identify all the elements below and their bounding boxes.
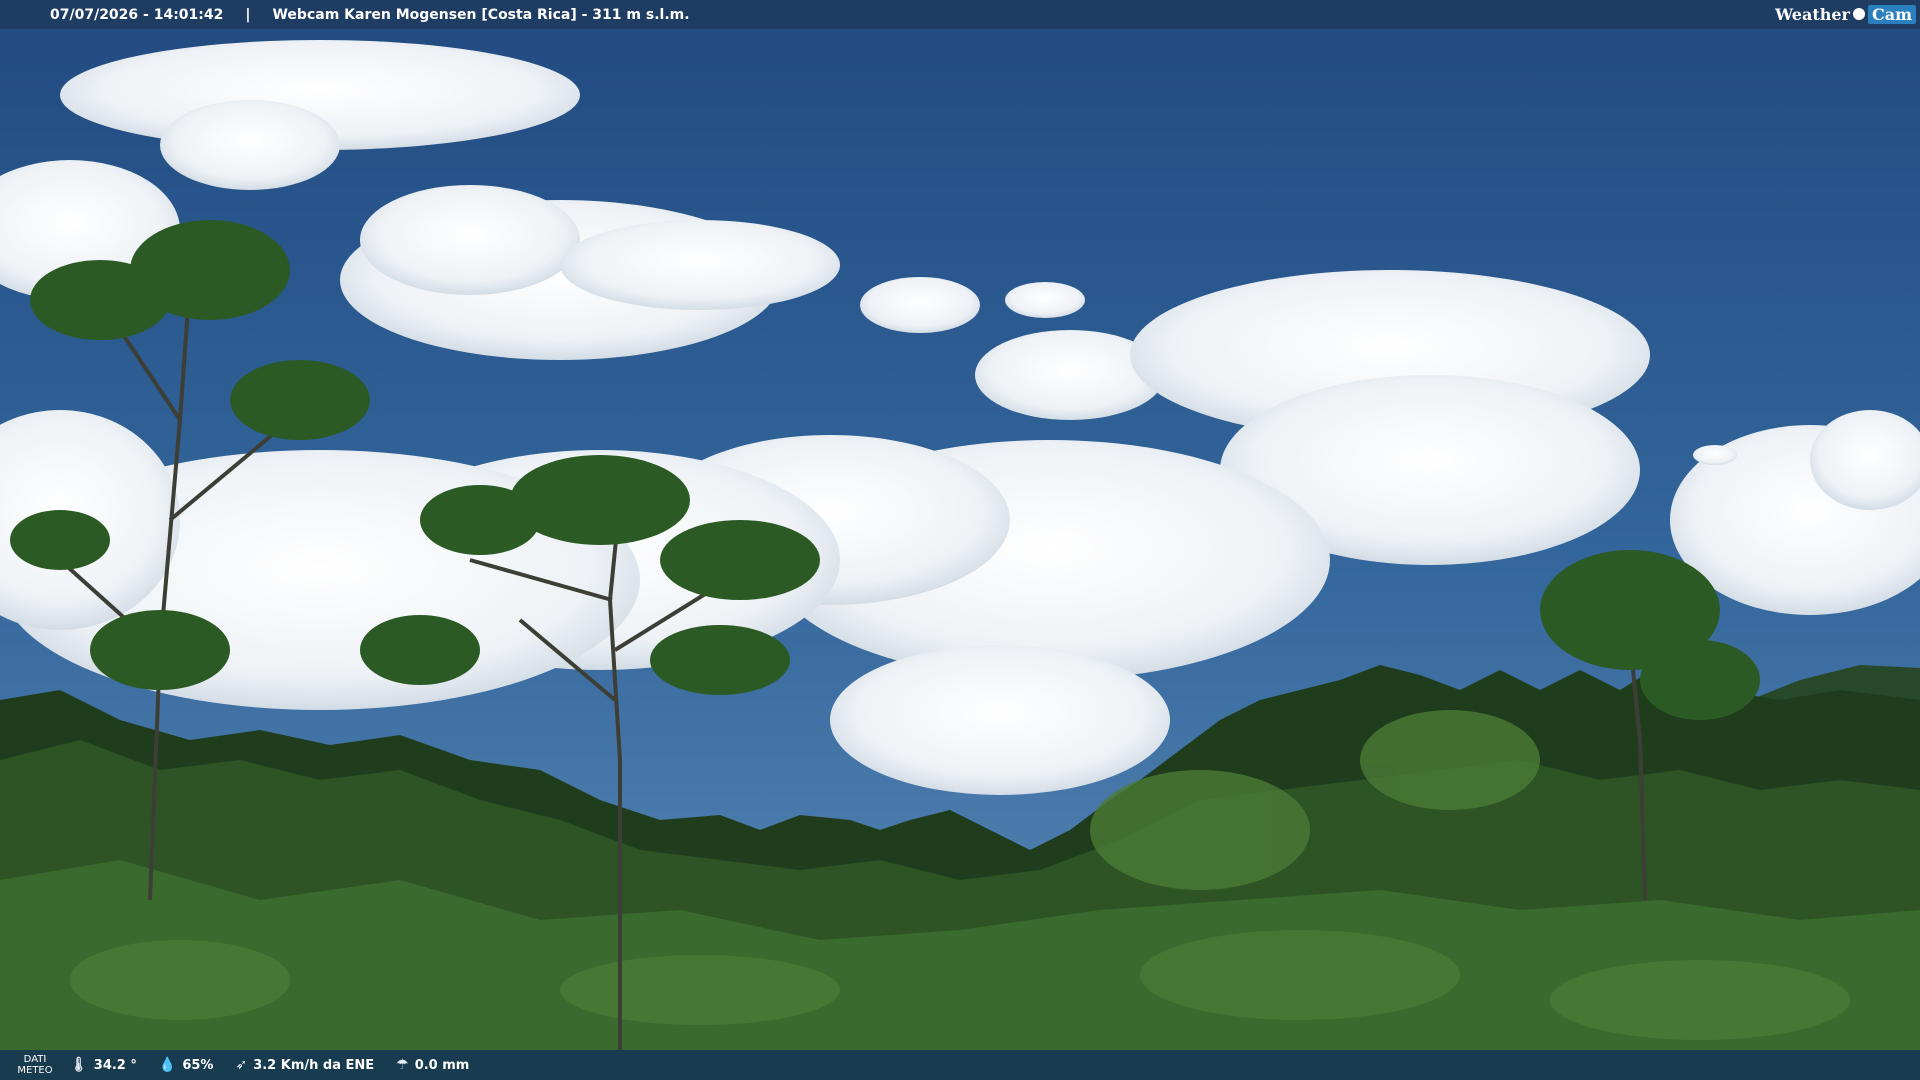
logo-text-cam: Cam bbox=[1867, 4, 1916, 24]
header-bar: 07/07/2026 - 14:01:42 | Webcam Karen Mog… bbox=[0, 0, 1920, 29]
humidity-reading: 💧 65% bbox=[159, 1057, 214, 1073]
wind-reading: ➶ 3.2 Km/h da ENE bbox=[235, 1057, 374, 1073]
weather-data-label: DATI METEO bbox=[0, 1054, 70, 1076]
logo-text-weather: Weather bbox=[1775, 4, 1850, 24]
rain-reading: ☂ 0.0 mm bbox=[396, 1057, 469, 1073]
temperature-value: 34.2 ° bbox=[93, 1057, 137, 1073]
logo-globe-icon bbox=[1852, 8, 1865, 20]
rain-icon: ☂ bbox=[396, 1057, 409, 1073]
weathercam-logo[interactable]: Weather Cam bbox=[1775, 3, 1916, 25]
weather-data-label-line2: METEO bbox=[17, 1065, 53, 1076]
webcam-title: Webcam Karen Mogensen [Costa Rica] - 311… bbox=[272, 6, 690, 23]
header-separator: | bbox=[245, 6, 251, 23]
webcam-image bbox=[0, 0, 1920, 1080]
humidity-icon: 💧 bbox=[158, 1057, 177, 1073]
thermometer-icon: 🌡 bbox=[70, 1057, 88, 1073]
humidity-value: 65% bbox=[182, 1057, 214, 1073]
weather-data-label-line1: DATI bbox=[23, 1054, 47, 1065]
timestamp: 07/07/2026 - 14:01:42 bbox=[50, 6, 224, 23]
rain-value: 0.0 mm bbox=[414, 1057, 470, 1073]
weather-data-bar: DATI METEO 🌡 34.2 ° 💧 65% ➶ 3.2 Km/h da … bbox=[0, 1050, 1920, 1080]
wind-value: 3.2 Km/h da ENE bbox=[253, 1057, 375, 1073]
temperature-reading: 🌡 34.2 ° bbox=[70, 1057, 137, 1073]
wind-icon: ➶ bbox=[235, 1057, 248, 1073]
